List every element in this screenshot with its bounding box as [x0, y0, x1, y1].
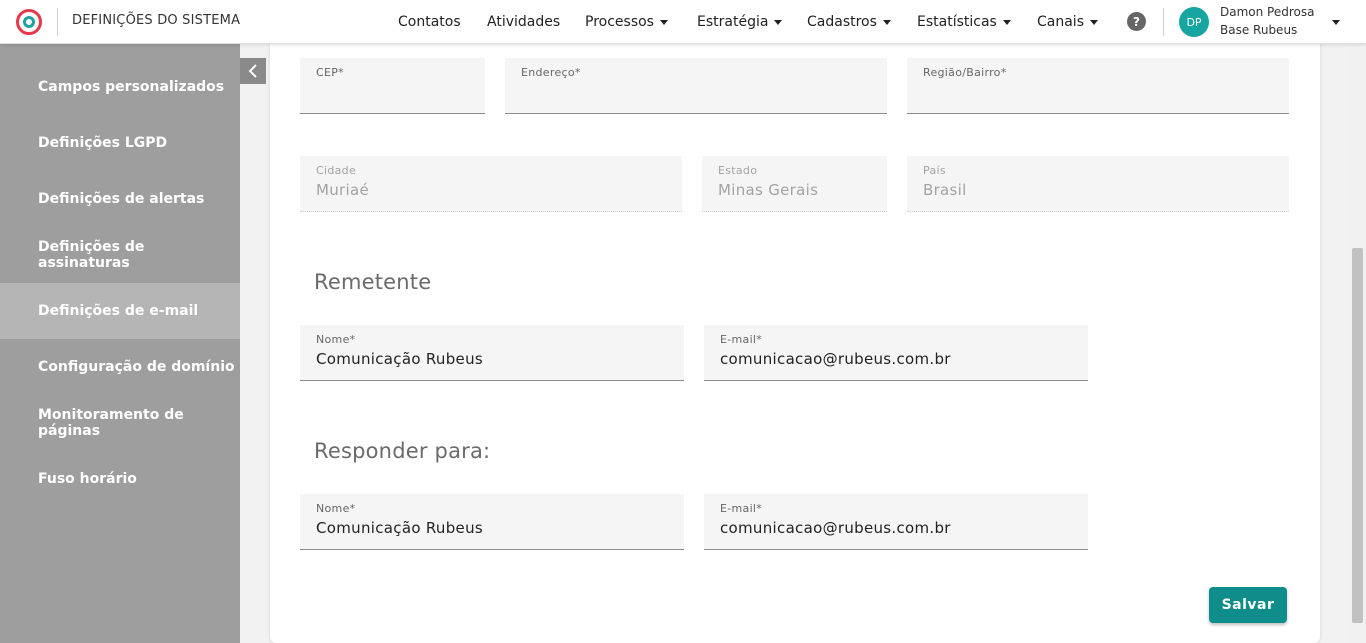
nav-estrategia[interactable]: Estratégia	[697, 0, 783, 44]
field-value: Comunicação Rubeus	[316, 350, 483, 368]
nav-processos[interactable]: Processos	[585, 0, 668, 44]
field-label: Endereço*	[521, 66, 581, 79]
nav-estatisticas[interactable]: Estatísticas	[917, 0, 1011, 44]
cep-field[interactable]: CEP*	[300, 58, 485, 114]
endereco-field[interactable]: Endereço*	[505, 58, 887, 114]
avatar[interactable]: DP	[1179, 7, 1209, 37]
sidebar-item-definicoes-email[interactable]: Definições de e-mail	[0, 283, 240, 339]
user-name[interactable]: Damon Pedrosa	[1220, 5, 1314, 19]
field-label: Estado	[718, 164, 758, 177]
responder-nome-field[interactable]: Nome* Comunicação Rubeus	[300, 494, 684, 550]
sidebar-item-configuracao-dominio[interactable]: Configuração de domínio	[0, 339, 240, 395]
nav-contatos[interactable]: Contatos	[398, 0, 461, 44]
estado-field: Estado Minas Gerais	[702, 156, 887, 212]
user-base[interactable]: Base Rubeus	[1220, 23, 1297, 37]
pais-field: País Brasil	[907, 156, 1289, 212]
sidebar-item-monitoramento-paginas[interactable]: Monitoramento de páginas	[0, 395, 240, 451]
cidade-field: Cidade Muriaé	[300, 156, 682, 212]
divider	[1163, 8, 1164, 36]
sidebar-item-definicoes-lgpd[interactable]: Definições LGPD	[0, 115, 240, 171]
field-value: Minas Gerais	[718, 181, 819, 199]
field-label: País	[923, 164, 946, 177]
nav-canais[interactable]: Canais	[1037, 0, 1098, 44]
divider	[57, 8, 58, 36]
nav-cadastros[interactable]: Cadastros	[807, 0, 891, 44]
field-label: CEP*	[316, 66, 344, 79]
chevron-down-icon	[659, 20, 668, 25]
chevron-down-icon	[882, 20, 891, 25]
sidebar-item-definicoes-assinaturas[interactable]: Definições de assinaturas	[0, 227, 240, 283]
regiao-bairro-field[interactable]: Região/Bairro*	[907, 58, 1289, 114]
field-label: Nome*	[316, 333, 356, 346]
user-menu-chevron-icon[interactable]	[1332, 20, 1340, 25]
sidebar-item-campos-personalizados[interactable]: Campos personalizados	[0, 59, 240, 115]
field-label: E-mail*	[720, 502, 763, 515]
field-label: Nome*	[316, 502, 356, 515]
remetente-email-field[interactable]: E-mail* comunicacao@rubeus.com.br	[704, 325, 1088, 381]
chevron-left-icon	[248, 64, 257, 78]
sidebar-item-definicoes-alertas[interactable]: Definições de alertas	[0, 171, 240, 227]
remetente-section-title: Remetente	[314, 270, 432, 294]
scrollbar-thumb[interactable]	[1352, 248, 1363, 623]
field-value: Brasil	[923, 181, 967, 199]
responder-section-title: Responder para:	[314, 439, 491, 463]
chevron-down-icon	[1002, 20, 1011, 25]
field-label: E-mail*	[720, 333, 763, 346]
nav-atividades[interactable]: Atividades	[487, 0, 560, 44]
sidebar-item-fuso-horario[interactable]: Fuso horário	[0, 451, 240, 507]
responder-email-field[interactable]: E-mail* comunicacao@rubeus.com.br	[704, 494, 1088, 550]
save-button[interactable]: Salvar	[1209, 587, 1287, 623]
field-value: Muriaé	[316, 181, 370, 199]
chevron-down-icon	[774, 20, 783, 25]
field-value: comunicacao@rubeus.com.br	[720, 350, 951, 368]
help-icon[interactable]: ?	[1127, 12, 1146, 31]
field-label: Região/Bairro*	[923, 66, 1007, 79]
field-label: Cidade	[316, 164, 357, 177]
sidebar: Campos personalizados Definições LGPD De…	[0, 44, 240, 643]
rubeus-logo-icon[interactable]	[16, 9, 42, 35]
collapse-sidebar-button[interactable]	[240, 58, 266, 84]
remetente-nome-field[interactable]: Nome* Comunicação Rubeus	[300, 325, 684, 381]
page-title: DEFINIÇÕES DO SISTEMA	[72, 13, 241, 28]
field-value: Comunicação Rubeus	[316, 519, 483, 537]
chevron-down-icon	[1090, 20, 1098, 25]
field-value: comunicacao@rubeus.com.br	[720, 519, 951, 537]
top-bar: DEFINIÇÕES DO SISTEMA Contatos Atividade…	[0, 0, 1366, 44]
